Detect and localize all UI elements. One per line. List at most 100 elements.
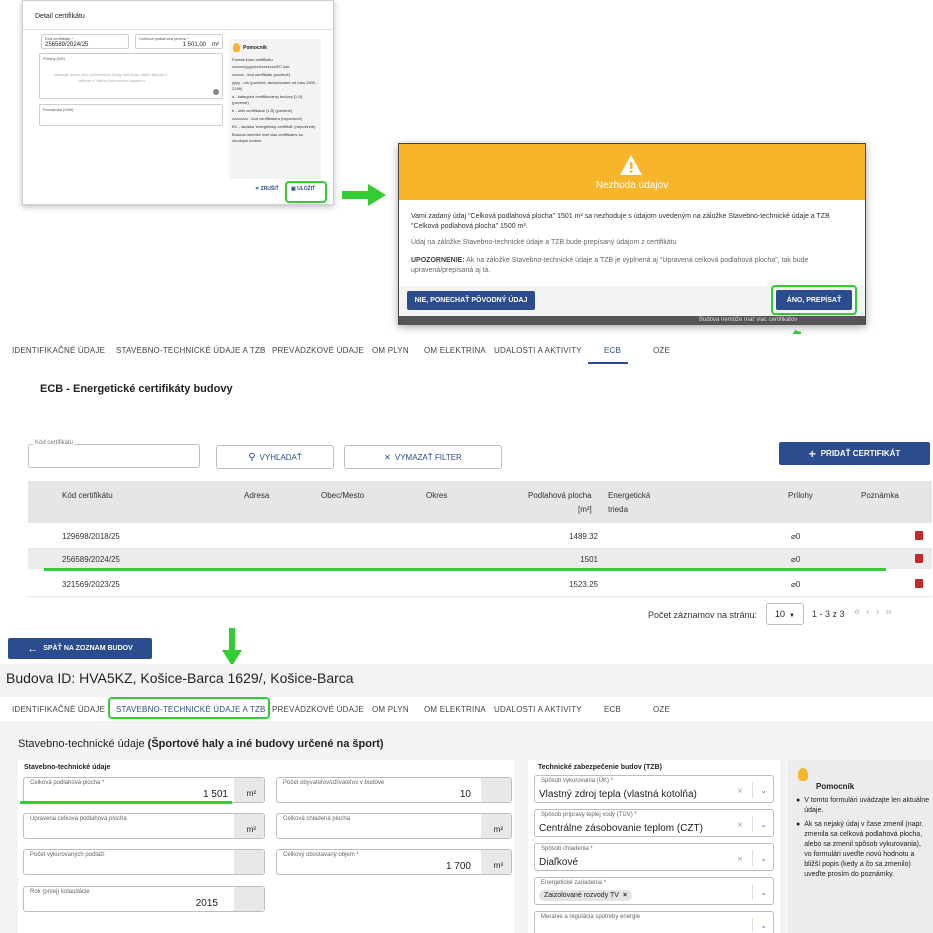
field-label: Spôsob chladenia * <box>541 846 593 852</box>
cooling-select[interactable]: Spôsob chladenia * Diaľkové × ⌄ <box>534 843 774 871</box>
help-item: ● V tomto formulári uvádzajte len aktuáln… <box>796 797 930 814</box>
certificate-code-field[interactable]: Kód certifikátu * 256589/2024/25 <box>41 34 129 49</box>
add-certificate-button[interactable]: + PRIDAŤ CERTIFIKÁT <box>779 442 930 465</box>
tab-operational[interactable]: PREVÁDZKOVÉ ÚDAJE <box>272 705 364 714</box>
approval-year-input[interactable]: Rok (prvej) kolaudácie 2015 <box>23 886 265 912</box>
back-to-buildings-button[interactable]: ← SPÄŤ NA ZOZNAM BUDOV <box>8 638 152 659</box>
energy-devices-select[interactable]: Energetické zariadenia * Zaizolované roz… <box>534 877 774 905</box>
tab-ecb[interactable]: ECB <box>604 346 621 355</box>
field-label: Spôsob vykurovania (ÚK) * <box>541 778 614 784</box>
plus-icon: + <box>808 446 816 461</box>
delete-icon[interactable] <box>915 554 923 563</box>
field-label: Celková podlahová plocha * <box>139 36 189 41</box>
keep-original-button[interactable]: NIE, PONECHAŤ PÔVODNÝ ÚDAJ <box>407 291 535 310</box>
field-unit: m² <box>246 789 256 798</box>
table-row[interactable]: 321569/2023/25 1523.25 ⌀0 <box>28 571 932 597</box>
adjusted-area-input[interactable]: Upravená celková podlahová plocha m² <box>23 813 265 839</box>
cell-code: 129698/2018/25 <box>62 532 120 541</box>
overwrite-info: Údaj na záložke Stavebno-technické údaje… <box>411 239 677 246</box>
chevron-down-icon[interactable]: ⌄ <box>760 854 767 863</box>
help-panel: Pomocník Formát kódu certifikátu xxxxxx/… <box>229 39 321 179</box>
section-title: Stavebno-technické údaje (Športové haly … <box>18 738 384 750</box>
field-label: Spôsob prípravy teplej vody (TÚV) * <box>541 812 637 818</box>
cell-code: 321569/2023/25 <box>62 580 120 589</box>
tab-events[interactable]: UDALOSTI A AKTIVITY <box>494 346 582 355</box>
note-field[interactable]: Poznámka (0/80) <box>39 104 223 126</box>
clear-icon[interactable]: × <box>737 786 743 797</box>
chevron-down-icon[interactable]: ⌄ <box>760 921 767 930</box>
help-list: xxxxxx/yyyy/zz/zzzzzzzz/EC kde xxxxxx - … <box>232 64 318 146</box>
data-mismatch-dialog: Nezhoda údajov Vami zadaný údaj "Celková… <box>398 143 866 325</box>
tab-identification[interactable]: IDENTIFIKAČNÉ ÚDAJE <box>12 346 105 355</box>
col-area: Podlahová plocha <box>528 491 592 500</box>
col-district: Okres <box>426 491 448 500</box>
per-page-select[interactable]: 10 ▼ <box>766 603 804 625</box>
chevron-down-icon[interactable]: ⌄ <box>760 786 767 795</box>
tab-technical[interactable]: STAVEBNO-TECHNICKÉ ÚDAJE A TZB <box>116 346 266 355</box>
certificate-detail-dialog: Detail certifikátu Kód certifikátu * 256… <box>22 0 334 205</box>
table-row[interactable]: 129698/2018/25 1489.32 ⌀0 <box>28 523 932 549</box>
drop-text: Nahrajte súbor jeho potiahnutím (drag an… <box>54 72 168 77</box>
tab-oze[interactable]: OZE <box>653 346 670 355</box>
unit-box <box>481 778 511 802</box>
search-code-input[interactable]: Kód certifikátu <box>28 440 200 468</box>
cancel-button[interactable]: ✕ ZRUŠIŤ <box>255 186 279 192</box>
table-header: Kód certifikátu Adresa Obec/Mesto Okres … <box>28 481 932 523</box>
chevron-down-icon[interactable]: ⌄ <box>760 820 767 829</box>
tabs-bar: IDENTIFIKAČNÉ ÚDAJE STAVEBNO-TECHNICKÉ Ú… <box>0 338 933 364</box>
tab-om-gas[interactable]: OM PLYN <box>372 705 409 714</box>
tab-om-gas[interactable]: OM PLYN <box>372 346 409 355</box>
search-button[interactable]: ⚲ VYHĽADAŤ <box>216 445 334 469</box>
tab-om-electricity[interactable]: OM ELEKTRINA <box>424 705 486 714</box>
drop-text: vyberte z Vášho súborového systému <box>78 78 145 83</box>
tab-operational[interactable]: PREVÁDZKOVÉ ÚDAJE <box>272 346 364 355</box>
occupants-input[interactable]: Počet obyvateľov/užívateľov v budove 10 <box>276 777 512 803</box>
tab-ecb[interactable]: ECB <box>604 705 621 714</box>
arrow-right-icon <box>342 184 386 206</box>
field-label: Upravená celková podlahová plocha <box>30 816 127 822</box>
arrow-left-icon: ← <box>27 642 39 655</box>
tab-om-electricity[interactable]: OM ELEKTRINA <box>424 346 486 355</box>
heating-select[interactable]: Spôsob vykurovania (ÚK) * Vlastný zdroj … <box>534 775 774 803</box>
lightbulb-icon <box>798 768 808 781</box>
total-area-field[interactable]: Celková podlahová plocha * 1 501,00 m² <box>135 34 223 49</box>
attachments-dropzone[interactable]: Prílohy (0/5) Nahrajte súbor jeho potiah… <box>39 53 223 99</box>
clear-icon[interactable]: × <box>737 854 743 865</box>
field-value: 1 501 <box>202 789 228 800</box>
field-value: 10 <box>459 789 471 800</box>
field-label: Celková chladená plocha <box>283 816 351 822</box>
pagination-arrows[interactable]: «‹›» <box>854 606 898 618</box>
selected-chip[interactable]: Zaizolované rozvody TV × <box>539 890 633 901</box>
field-value: 2015 <box>195 898 218 909</box>
tab-technical[interactable]: STAVEBNO-TECHNICKÉ ÚDAJE A TZB <box>116 705 266 714</box>
table-row[interactable]: 256589/2024/25 1501 ⌀0 <box>28 549 932 569</box>
help-intro: Formát kódu certifikátu <box>232 57 273 62</box>
heated-floors-input[interactable]: Počet vykurovaných podlaží <box>23 849 265 875</box>
total-area-input[interactable]: Celková podlahová plocha * 1 501 m² <box>23 777 265 803</box>
help-icon[interactable] <box>213 89 219 95</box>
col-note: Poznámka <box>861 491 899 500</box>
tab-identification[interactable]: IDENTIFIKAČNÉ ÚDAJE <box>12 705 105 714</box>
divider <box>752 782 753 798</box>
help-title: Pomocník <box>243 45 267 51</box>
clear-filter-button[interactable]: ✕ VYMAZAŤ FILTER <box>344 445 502 469</box>
built-volume-input[interactable]: Celkový obostavaný objem * 1 700 m³ <box>276 849 512 875</box>
chevron-down-icon[interactable]: ⌄ <box>760 888 767 897</box>
delete-icon[interactable] <box>915 531 923 540</box>
unit-box <box>234 850 264 874</box>
overwrite-button[interactable]: ÁNO, PREPÍSAŤ <box>776 290 852 310</box>
delete-icon[interactable] <box>915 579 923 588</box>
save-button[interactable]: ▣ ULOŽIŤ <box>291 186 315 192</box>
energy-measurement-select[interactable]: Meranie a regulácia spotreby energie ⌄ <box>534 911 774 933</box>
tab-events[interactable]: UDALOSTI A AKTIVITY <box>494 705 582 714</box>
clear-icon[interactable]: × <box>737 820 743 831</box>
group-title: Stavebno-technické údaje <box>24 764 111 771</box>
warning-triangle-icon <box>620 155 642 175</box>
close-icon: ✕ <box>384 452 391 462</box>
hot-water-select[interactable]: Spôsob prípravy teplej vody (TÚV) * Cent… <box>534 809 774 837</box>
field-value: Centrálne zásobovanie teplom (CZT) <box>539 823 703 834</box>
cell-area: 1523.25 <box>569 580 598 589</box>
cooled-area-input[interactable]: Celková chladená plocha m² <box>276 813 512 839</box>
tab-oze[interactable]: OZE <box>653 705 670 714</box>
field-unit: m² <box>246 825 256 834</box>
